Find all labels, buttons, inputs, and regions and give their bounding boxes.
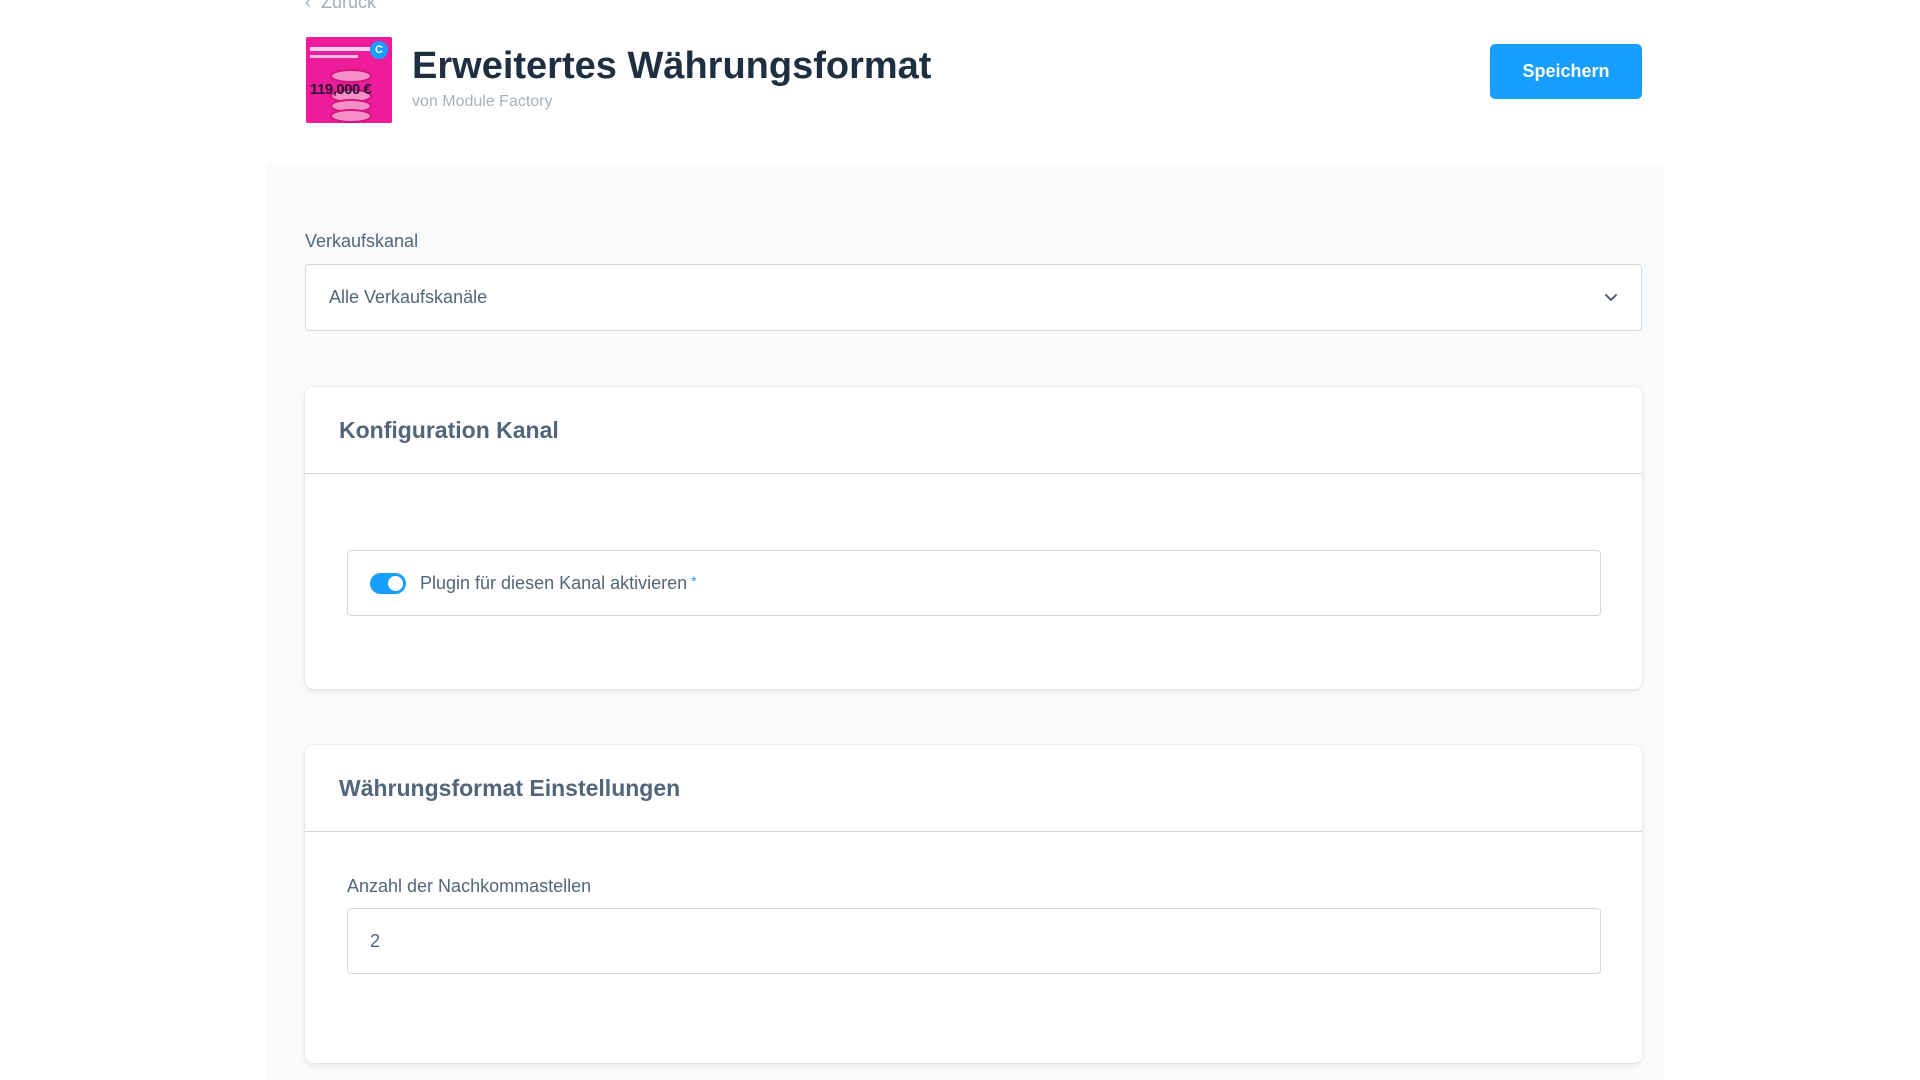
card-channel-config-title: Konfiguration Kanal	[339, 416, 559, 443]
save-button[interactable]: Speichern	[1490, 44, 1642, 99]
card-currency-settings-header: Währungsformat Einstellungen	[305, 745, 1642, 832]
plugin-active-toggle[interactable]	[370, 572, 406, 594]
card-channel-config: Konfiguration Kanal Plugin für diesen Ka…	[305, 387, 1642, 689]
back-link[interactable]: ‹ Zurück	[305, 0, 376, 13]
plugin-active-row: Plugin für diesen Kanal aktivieren *	[347, 550, 1601, 616]
page-subtitle: von Module Factory	[412, 93, 553, 110]
chevron-left-icon: ‹	[305, 0, 311, 12]
decimal-places-label: Anzahl der Nachkommastellen	[347, 876, 592, 896]
required-marker: *	[691, 572, 697, 589]
page-title: Erweitertes Währungsformat	[412, 45, 932, 87]
sales-channel-selected: Alle Verkaufskanäle	[329, 287, 488, 307]
plugin-icon-text: 119,000 €	[310, 81, 372, 98]
plugin-active-label: Plugin für diesen Kanal aktivieren *	[420, 572, 697, 593]
plugin-badge-icon: C	[370, 41, 388, 59]
chevron-down-icon	[1605, 294, 1617, 301]
sales-channel-select[interactable]: Alle Verkaufskanäle	[305, 264, 1642, 331]
plugin-icon: C 119,000 €	[306, 37, 392, 123]
decimal-places-input[interactable]	[347, 908, 1601, 974]
card-currency-settings-title: Währungsformat Einstellungen	[339, 774, 681, 801]
back-link-label: Zurück	[321, 0, 377, 12]
page-header: C 119,000 € Erweitertes Währungsformat v…	[306, 37, 1642, 125]
sales-channel-label: Verkaufskanal	[305, 231, 419, 251]
card-channel-config-header: Konfiguration Kanal	[305, 387, 1642, 474]
card-currency-settings: Währungsformat Einstellungen Anzahl der …	[305, 745, 1642, 1063]
